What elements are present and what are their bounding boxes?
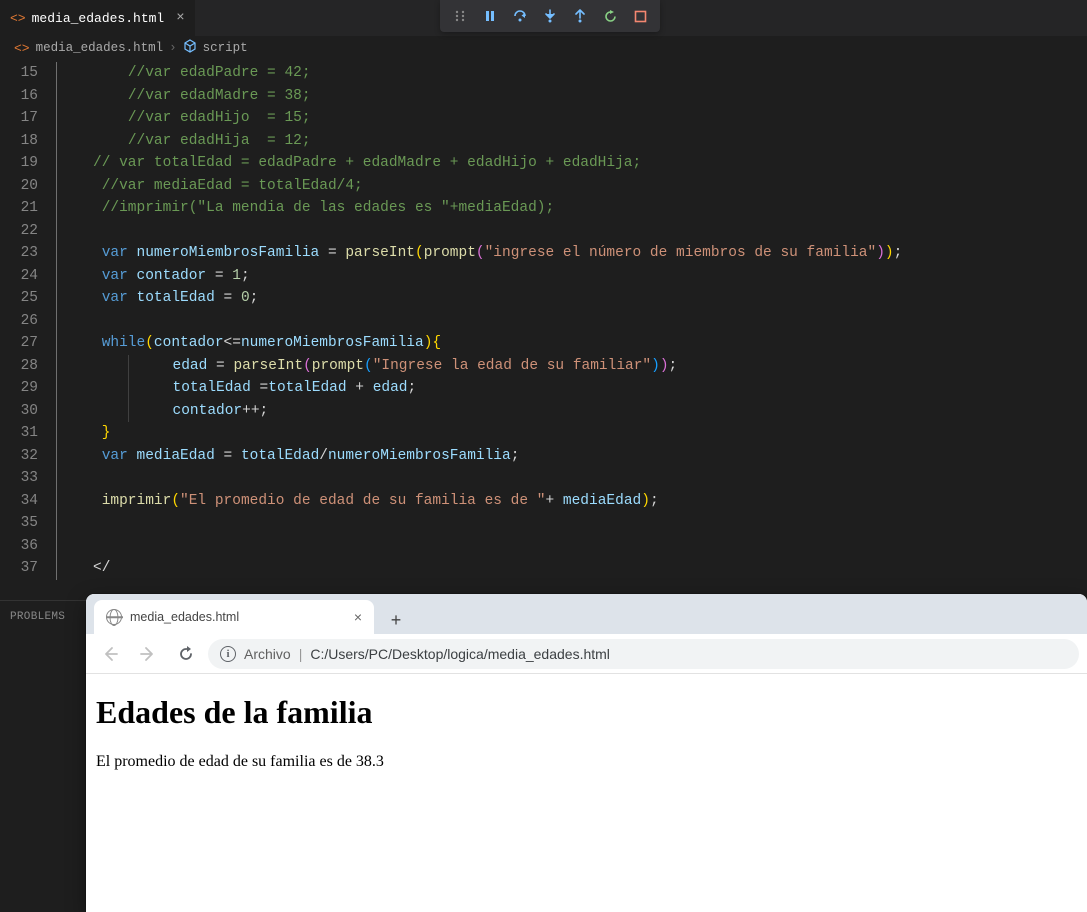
code-line[interactable]: //var edadPadre = 42; [56,62,1087,85]
code-line[interactable]: var mediaEdad = totalEdad/numeroMiembros… [56,445,1087,468]
line-number: 32 [0,445,38,468]
globe-icon [106,609,122,625]
code-line[interactable]: //var edadHijo = 15; [56,107,1087,130]
code-line[interactable]: //var mediaEdad = totalEdad/4; [56,175,1087,198]
line-number: 25 [0,287,38,310]
code-content[interactable]: //var edadPadre = 42; //var edadMadre = … [56,60,1087,600]
chevron-right-icon: › [169,41,177,55]
page-output-text: El promedio de edad de su familia es de … [96,753,1077,771]
code-line[interactable]: } [56,422,1087,445]
code-line[interactable]: // var totalEdad = edadPadre + edadMadre… [56,152,1087,175]
info-icon[interactable]: i [220,646,236,662]
code-line[interactable]: //var edadMadre = 38; [56,85,1087,108]
browser-window: media_edades.html × + i Archivo | C:/Use… [86,594,1087,912]
line-number: 15 [0,62,38,85]
code-line[interactable]: </ [56,557,1087,580]
problems-tab[interactable]: PROBLEMS [10,611,65,623]
code-line[interactable]: imprimir("El promedio de edad de su fami… [56,490,1087,513]
line-number: 31 [0,422,38,445]
line-number: 17 [0,107,38,130]
line-number: 24 [0,265,38,288]
browser-tab[interactable]: media_edades.html × [94,600,374,634]
editor-tab[interactable]: <> media_edades.html × [0,0,196,36]
code-line[interactable]: var contador = 1; [56,265,1087,288]
debug-pause-button[interactable] [477,3,503,29]
code-line[interactable]: //var edadHija = 12; [56,130,1087,153]
code-line[interactable] [56,310,1087,333]
browser-tab-title: media_edades.html [130,610,239,624]
line-number: 21 [0,197,38,220]
line-number: 29 [0,377,38,400]
tab-close-button[interactable]: × [176,10,184,26]
line-number: 22 [0,220,38,243]
code-line[interactable]: //imprimir("La mendia de las edades es "… [56,197,1087,220]
line-number: 26 [0,310,38,333]
address-separator: | [299,646,303,662]
browser-toolbar: i Archivo | C:/Users/PC/Desktop/logica/m… [86,634,1087,674]
debug-toolbar [440,0,660,32]
code-line[interactable]: contador++; [56,400,1087,423]
code-line[interactable]: var numeroMiembrosFamilia = parseInt(pro… [56,242,1087,265]
browser-page-content: Edades de la familia El promedio de edad… [86,674,1087,791]
debug-stop-button[interactable] [627,3,653,29]
line-number: 37 [0,557,38,580]
line-number: 34 [0,490,38,513]
nav-forward-button[interactable] [132,638,164,670]
line-number: 27 [0,332,38,355]
line-number: 19 [0,152,38,175]
line-number-gutter: 1516171819202122232425262728293031323334… [0,60,56,600]
debug-step-over-button[interactable] [507,3,533,29]
address-bar[interactable]: i Archivo | C:/Users/PC/Desktop/logica/m… [208,639,1079,669]
code-line[interactable] [56,512,1087,535]
code-line[interactable] [56,220,1087,243]
debug-step-into-button[interactable] [537,3,563,29]
code-line[interactable]: var totalEdad = 0; [56,287,1087,310]
breadcrumb-scope: script [203,41,248,55]
line-number: 16 [0,85,38,108]
code-editor[interactable]: 1516171819202122232425262728293031323334… [0,60,1087,600]
line-number: 23 [0,242,38,265]
cube-icon [183,39,197,57]
browser-tabstrip: media_edades.html × + [86,594,1087,634]
code-line[interactable]: edad = parseInt(prompt("Ingrese la edad … [56,355,1087,378]
code-line[interactable] [56,535,1087,558]
line-number: 20 [0,175,38,198]
address-prefix: Archivo [244,646,291,662]
breadcrumb[interactable]: <> media_edades.html › script [0,36,1087,60]
debug-grip-icon[interactable] [447,3,473,29]
html-file-icon: <> [14,41,30,56]
html-file-icon: <> [10,11,26,26]
line-number: 36 [0,535,38,558]
code-line[interactable] [56,467,1087,490]
page-heading: Edades de la familia [96,694,1077,731]
line-number: 18 [0,130,38,153]
code-line[interactable]: totalEdad =totalEdad + edad; [56,377,1087,400]
debug-step-out-button[interactable] [567,3,593,29]
line-number: 30 [0,400,38,423]
tab-filename: media_edades.html [32,11,165,26]
breadcrumb-file: media_edades.html [36,41,164,55]
code-line[interactable]: while(contador<=numeroMiembrosFamilia){ [56,332,1087,355]
line-number: 35 [0,512,38,535]
line-number: 33 [0,467,38,490]
browser-tab-close-button[interactable]: × [354,609,362,625]
debug-restart-button[interactable] [597,3,623,29]
address-path: C:/Users/PC/Desktop/logica/media_edades.… [310,646,610,662]
nav-back-button[interactable] [94,638,126,670]
nav-reload-button[interactable] [170,638,202,670]
new-tab-button[interactable]: + [382,606,410,634]
line-number: 28 [0,355,38,378]
